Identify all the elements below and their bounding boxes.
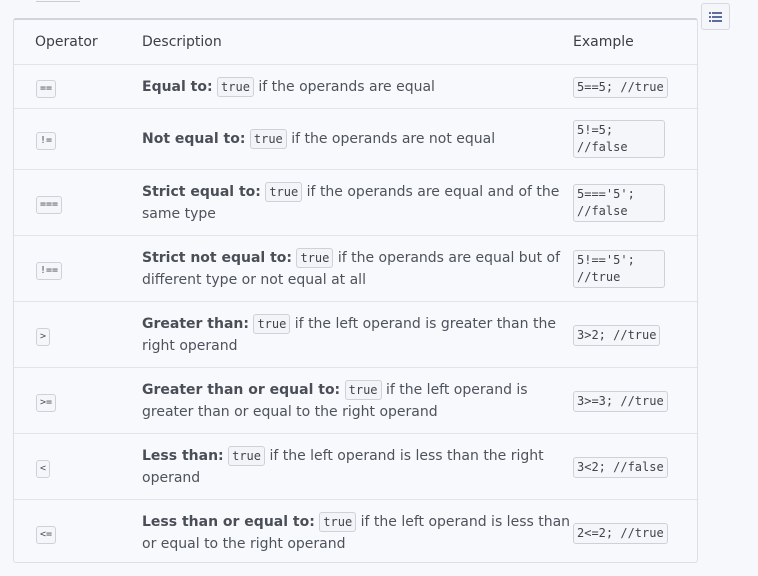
- example-cell: 3>=3; //true: [573, 367, 697, 434]
- true-code: true: [319, 511, 357, 532]
- example-cell: 5!=='5'; //true: [573, 235, 697, 302]
- example-cell: 3<2; //false: [573, 433, 697, 500]
- operator-term: Equal to:: [142, 78, 213, 95]
- operator-cell: <: [14, 433, 142, 500]
- description-text: if the operands are not equal: [286, 131, 496, 147]
- table-row: <= Less than or equal to: true if the lef…: [14, 499, 697, 562]
- example-code: 5!=='5'; //true: [573, 249, 665, 288]
- operator-cell: >: [14, 301, 142, 368]
- table-row: === Strict equal to: true if the operands…: [14, 169, 697, 236]
- operator-cell: >=: [14, 367, 142, 434]
- true-code: true: [253, 313, 291, 334]
- operator-term: Not equal to:: [142, 131, 246, 147]
- example-cell: 5!=5; //false: [573, 108, 697, 170]
- table-row: > Greater than: true if the left operand …: [14, 301, 697, 368]
- description-cell: Greater than or equal to: true if the le…: [142, 367, 573, 434]
- operator-code: ==: [36, 79, 57, 98]
- description-cell: Equal to: true if the operands are equal: [142, 64, 573, 109]
- operator-cell: <=: [14, 499, 142, 562]
- operator-code: ===: [36, 195, 63, 214]
- operator-code: !=: [36, 132, 57, 150]
- table-header-row: Operator Description Example: [14, 20, 697, 65]
- example-code: 5==='5'; //false: [573, 183, 665, 222]
- true-code: true: [296, 247, 334, 268]
- description-cell: Strict not equal to: true if the operand…: [142, 235, 573, 302]
- example-cell: 2<=2; //true: [573, 499, 697, 562]
- header-description: Description: [142, 34, 222, 50]
- operator-code: >: [36, 327, 51, 346]
- description-text: if the operands are equal: [253, 78, 435, 95]
- example-code: 5!=5; //false: [573, 120, 665, 158]
- operator-term: Less than or equal to:: [142, 513, 315, 530]
- description-cell: Not equal to: true if the operands are n…: [142, 108, 573, 170]
- table-row: !== Strict not equal to: true if the oper…: [14, 235, 697, 302]
- example-cell: 5==='5'; //false: [573, 169, 697, 236]
- example-cell: 5==5; //true: [573, 64, 697, 109]
- operator-cell: !=: [14, 108, 142, 170]
- description-cell: Less than: true if the left operand is l…: [142, 433, 573, 500]
- description-cell: Less than or equal to: true if the left …: [142, 499, 573, 562]
- table-row: != Not equal to: true if the operands are…: [14, 108, 697, 170]
- list-icon: [709, 11, 722, 22]
- true-code: true: [265, 181, 303, 202]
- example-code: 3>2; //true: [573, 324, 661, 346]
- header-example: Example: [573, 34, 634, 50]
- operator-term: Strict equal to:: [142, 183, 261, 200]
- operator-code: <=: [36, 525, 57, 544]
- operator-term: Greater than or equal to:: [142, 381, 341, 398]
- header-operator: Operator: [35, 34, 98, 50]
- description-cell: Strict equal to: true if the operands ar…: [142, 169, 573, 236]
- true-code: true: [249, 129, 287, 149]
- operator-cell: !==: [14, 235, 142, 302]
- example-code: 3>=3; //true: [573, 390, 668, 412]
- table-row: == Equal to: true if the operands are equ…: [14, 64, 697, 109]
- description-cell: Greater than: true if the left operand i…: [142, 301, 573, 368]
- example-cell: 3>2; //true: [573, 301, 697, 368]
- table-row: >= Greater than or equal to: true if the …: [14, 367, 697, 434]
- operator-code: !==: [36, 261, 63, 280]
- example-code: 5==5; //true: [573, 76, 668, 98]
- table-row: < Less than: true if the left operand is …: [14, 433, 697, 500]
- true-code: true: [228, 445, 265, 466]
- operator-code: <: [36, 459, 51, 478]
- operator-term: Less than:: [142, 447, 224, 464]
- operator-term: Strict not equal to:: [142, 249, 293, 266]
- true-code: true: [344, 379, 382, 400]
- top-divider-stub: [36, 0, 80, 2]
- comparison-operators-table: Operator Description Example == Equal to:…: [13, 18, 698, 563]
- operator-term: Greater than:: [142, 315, 249, 332]
- operator-cell: ==: [14, 64, 142, 109]
- example-code: 3<2; //false: [573, 456, 668, 478]
- table-of-contents-button[interactable]: [701, 3, 730, 30]
- operator-code: >=: [36, 393, 57, 412]
- operator-cell: ===: [14, 169, 142, 236]
- true-code: true: [217, 76, 254, 97]
- example-code: 2<=2; //true: [573, 522, 668, 544]
